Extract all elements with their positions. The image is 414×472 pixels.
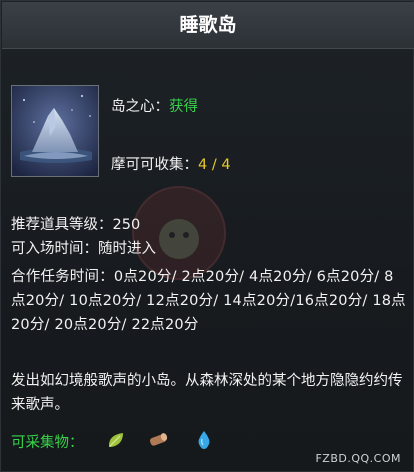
leaf-icon: [108, 433, 123, 447]
gatherables-label: 可采集物：: [11, 435, 84, 451]
mococo-collection-status: 摩可可收集：4 / 4: [111, 153, 231, 174]
coop-quest-times: 合作任务时间：0点20分/ 2点20分/ 4点20分/ 6点20分/ 8点20分…: [11, 269, 406, 333]
panel-title: 睡歌岛: [2, 2, 414, 49]
island-info-panel: 睡歌岛 岛之心：获得 摩可可收集：4 / 4 推荐道具等级：250 可入场时间：…: [0, 0, 414, 472]
wood-log-icon: [149, 433, 168, 446]
island-heart-status: 岛之心：获得: [111, 95, 198, 116]
water-drop-icon: [198, 431, 210, 449]
island-description: 发出如幻境般歌声的小岛。从森林深处的某个地方隐隐约约传来歌声。: [11, 373, 403, 413]
island-heart-value: 获得: [169, 99, 198, 115]
island-heart-label: 岛之心：: [111, 99, 169, 115]
island-thumbnail-image: [11, 85, 99, 177]
mococo-collection-label: 摩可可收集：: [111, 157, 198, 173]
mococo-collection-value: 4 / 4: [198, 157, 231, 173]
entry-time: 可入场时间：随时进入: [11, 241, 156, 257]
footer-source-text: FZBD.QQ.COM: [315, 452, 401, 465]
recommended-item-level: 推荐道具等级：250: [11, 217, 141, 233]
